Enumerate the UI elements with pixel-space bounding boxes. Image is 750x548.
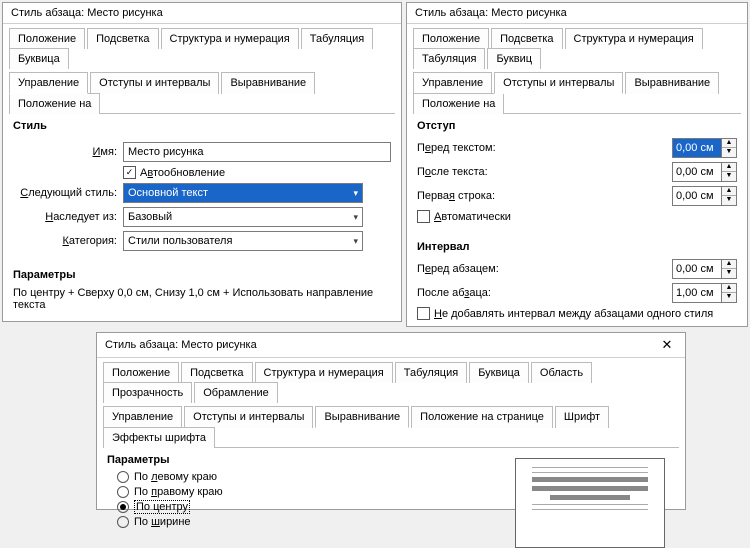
tab-эффекты-шрифта[interactable]: Эффекты шрифта [103,427,215,448]
tab-прозрачность[interactable]: Прозрачность [103,382,192,403]
name-label: ИИмя:мя: [13,146,123,158]
params-text: По центру + Сверху 0,0 см, Снизу 1,0 см … [3,283,401,315]
tab-отступы-и-интервалы[interactable]: Отступы и интервалы [494,72,623,94]
nextstyle-combo[interactable]: Основной текст ▾ [123,183,363,203]
tab-управление[interactable]: Управление [9,72,88,94]
tab-подсветка[interactable]: Подсветка [181,362,252,383]
radio-icon [117,516,129,528]
tab-область[interactable]: Область [531,362,592,383]
before-text-spin[interactable]: ▲▼ [672,138,737,158]
tabs-row2: УправлениеОтступы и интервалыВыравнивани… [3,68,401,113]
tab-выравнивание[interactable]: Выравнивание [315,406,409,428]
tab-обрамление[interactable]: Обрамление [194,382,278,403]
tab-положение[interactable]: Положение [103,362,179,383]
tab-подсветка[interactable]: Подсветка [491,28,562,49]
section-style: Стиль [3,114,401,134]
window-title: Стиль абзаца: Место рисунка [11,7,163,19]
tab-структура-и-нумерация[interactable]: Структура и нумерация [161,28,299,49]
tab-буквица[interactable]: Буквица [9,48,69,69]
tab-выравнивание[interactable]: Выравнивание [625,72,719,94]
tab-табуляция[interactable]: Табуляция [395,362,467,383]
dialog-right: Стиль абзаца: Место рисунка ПоложениеПод… [406,2,748,327]
dialog-bottom: Стиль абзаца: Место рисунка ✕ ПоложениеП… [96,332,686,510]
tab-управление[interactable]: Управление [103,406,182,428]
spin-up-icon[interactable]: ▲ [722,139,736,148]
tab-буквица[interactable]: Буквица [469,362,529,383]
category-label: Категория: [13,235,123,247]
section-params: Параметры [97,448,515,468]
tab-положение[interactable]: Положение [413,28,489,49]
dialog-left: Стиль абзаца: Место рисунка ПоложениеПод… [2,2,402,322]
spin-down-icon[interactable]: ▼ [722,148,736,157]
tab-подсветка[interactable]: Подсветка [87,28,158,49]
align-radio[interactable]: По правому краю [117,486,505,498]
titlebar: Стиль абзаца: Место рисунка [3,3,401,24]
inherit-label: Наследует из: [13,211,123,223]
close-icon[interactable]: ✕ [657,337,677,353]
chevron-down-icon: ▾ [353,188,358,199]
name-input[interactable] [123,142,391,162]
checkbox-icon [417,210,430,223]
titlebar: Стиль абзаца: Место рисунка ✕ [97,333,685,358]
tabs-row1: ПоложениеПодсветкаСтруктура и нумерация Т… [407,24,747,68]
auto-check[interactable]: Автоматически [417,210,511,223]
tab-отступы-и-интервалы[interactable]: Отступы и интервалы [90,72,219,94]
tab-структура-и-нумерация[interactable]: Структура и нумерация [255,362,393,383]
window-title: Стиль абзаца: Место рисунка [105,339,257,351]
tab-табуляция[interactable]: Табуляция [413,48,485,69]
window-title: Стиль абзаца: Место рисунка [415,7,567,19]
checkbox-icon: ✓ [123,166,136,179]
tab-положение[interactable]: Положение [9,28,85,49]
align-radio[interactable]: По центру [117,501,505,513]
tab-отступы-и-интервалы[interactable]: Отступы и интервалы [184,406,313,428]
tab-буквиц[interactable]: Буквиц [487,48,541,69]
checkbox-icon [417,307,430,320]
autoupdate-check[interactable]: ✓ Автообновление [123,166,225,179]
tabs-row2: УправлениеОтступы и интервалыВыравнивани… [407,68,747,113]
tab-положение-на-странице[interactable]: Положение на странице [411,406,553,428]
tab-выравнивание[interactable]: Выравнивание [221,72,315,94]
tabs-row2: УправлениеОтступы и интервалыВыравнивани… [97,402,685,447]
section-interval: Интервал [407,235,747,255]
tabs-row1: ПоложениеПодсветкаСтруктура и нумерацияТ… [3,24,401,68]
radio-icon [117,471,129,483]
tab-шрифт[interactable]: Шрифт [555,406,609,428]
first-line-spin[interactable]: ▲▼ [672,186,737,206]
titlebar: Стиль абзаца: Место рисунка [407,3,747,24]
nointerval-check[interactable]: Не добавлять интервал между абзацами одн… [417,307,713,320]
before-para-spin[interactable]: ▲▼ [672,259,737,279]
tab-положение-на[interactable]: Положение на [9,93,100,114]
tab-табуляция[interactable]: Табуляция [301,28,373,49]
after-text-spin[interactable]: ▲▼ [672,162,737,182]
align-radio[interactable]: По левому краю [117,471,505,483]
radio-icon [117,486,129,498]
section-indent: Отступ [407,114,747,134]
section-params: Параметры [3,263,401,283]
after-para-spin[interactable]: ▲▼ [672,283,737,303]
tab-положение-на[interactable]: Положение на [413,93,504,114]
alignment-preview [515,458,665,548]
inherit-combo[interactable]: Базовый ▾ [123,207,363,227]
tabs-row1: ПоложениеПодсветкаСтруктура и нумерацияТ… [97,358,685,402]
chevron-down-icon: ▾ [353,236,358,247]
radio-icon [117,501,129,513]
chevron-down-icon: ▾ [353,212,358,223]
nextstyle-label: Следующий стиль: [13,187,123,199]
tab-управление[interactable]: Управление [413,72,492,94]
align-radio[interactable]: По ширине [117,516,505,528]
tab-структура-и-нумерация[interactable]: Структура и нумерация [565,28,703,49]
category-combo[interactable]: Стили пользователя ▾ [123,231,363,251]
